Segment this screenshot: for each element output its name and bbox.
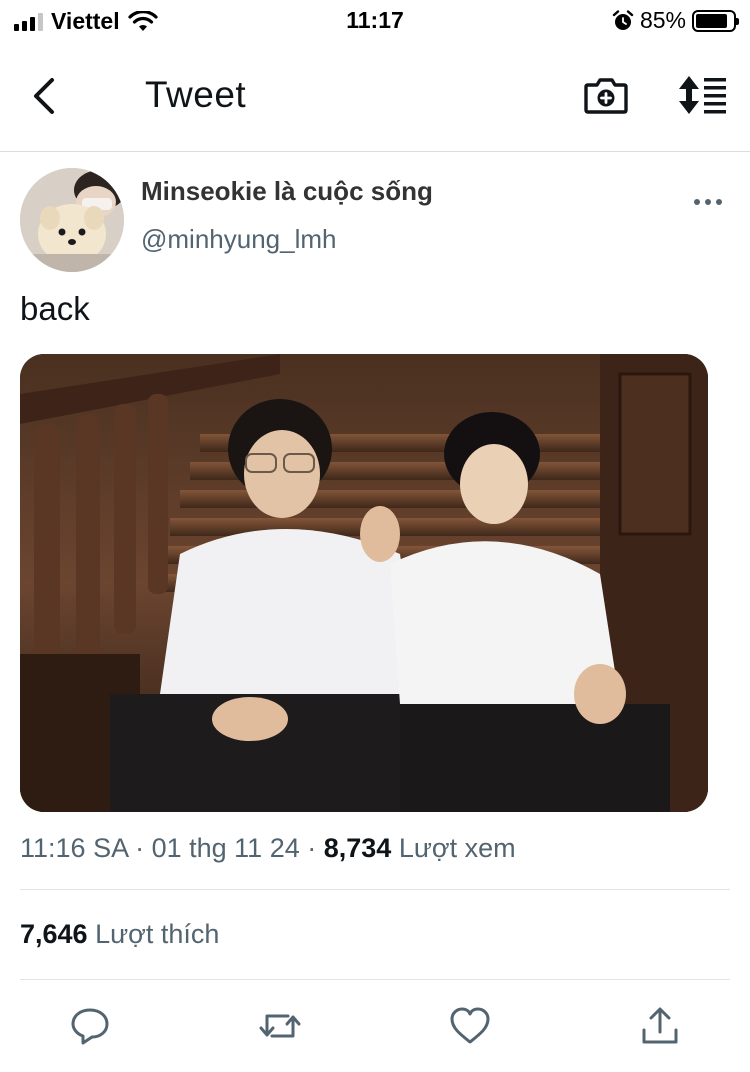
sort-button[interactable] — [676, 74, 728, 116]
tweet-time: 11:16 SA — [20, 833, 128, 863]
tweet-date: 01 thg 11 24 — [151, 833, 300, 863]
photo-image — [20, 354, 708, 812]
meta-separator: · — [299, 833, 324, 863]
like-button[interactable] — [448, 1004, 492, 1048]
likes-summary[interactable]: 7,646 Lượt thích — [20, 919, 219, 950]
battery-percent: 85% — [639, 7, 686, 33]
views-label: Lượt xem — [398, 833, 516, 863]
display-name[interactable]: Minseokie là cuộc sống — [141, 176, 433, 207]
tweet-photo[interactable] — [20, 354, 708, 812]
battery-fill — [696, 13, 727, 28]
tweet-meta: 11:16 SA · 01 thg 11 24 · 8,734 Lượt xem — [20, 833, 516, 864]
more-dot-icon — [716, 199, 722, 205]
like-icon — [450, 1007, 490, 1044]
meta-separator: · — [127, 833, 152, 863]
divider — [20, 889, 730, 890]
back-button[interactable] — [22, 74, 66, 118]
tweet-text: back — [20, 290, 90, 327]
avatar-image — [20, 168, 124, 272]
retweet-button[interactable] — [258, 1004, 302, 1048]
status-bar: Viettel 11:17 85% — [0, 0, 750, 40]
views-count: 8,734 — [323, 833, 392, 863]
avatar[interactable] — [20, 168, 124, 272]
page-title: Tweet — [145, 74, 247, 115]
divider — [20, 979, 730, 980]
share-button[interactable] — [638, 1004, 682, 1048]
tweet-actions — [0, 1004, 750, 1054]
likes-count: 7,646 — [20, 919, 88, 949]
likes-label: Lượt thích — [95, 919, 220, 949]
reply-button[interactable] — [68, 1004, 112, 1048]
back-chevron-icon — [34, 78, 54, 114]
share-icon — [642, 1007, 678, 1044]
status-right: 85% — [612, 7, 739, 34]
user-handle[interactable]: @minhyung_lmh — [141, 224, 336, 255]
camera-button[interactable] — [583, 72, 629, 118]
more-dot-icon — [705, 199, 711, 205]
navigation-bar: Tweet — [0, 48, 750, 152]
reply-icon — [71, 1008, 109, 1045]
more-dot-icon — [694, 199, 700, 205]
camera-plus-icon — [584, 78, 628, 114]
alarm-icon — [612, 9, 634, 30]
battery-icon — [692, 9, 739, 32]
retweet-icon — [259, 1014, 301, 1038]
sort-icon — [679, 76, 726, 114]
more-options-button[interactable] — [690, 190, 726, 214]
